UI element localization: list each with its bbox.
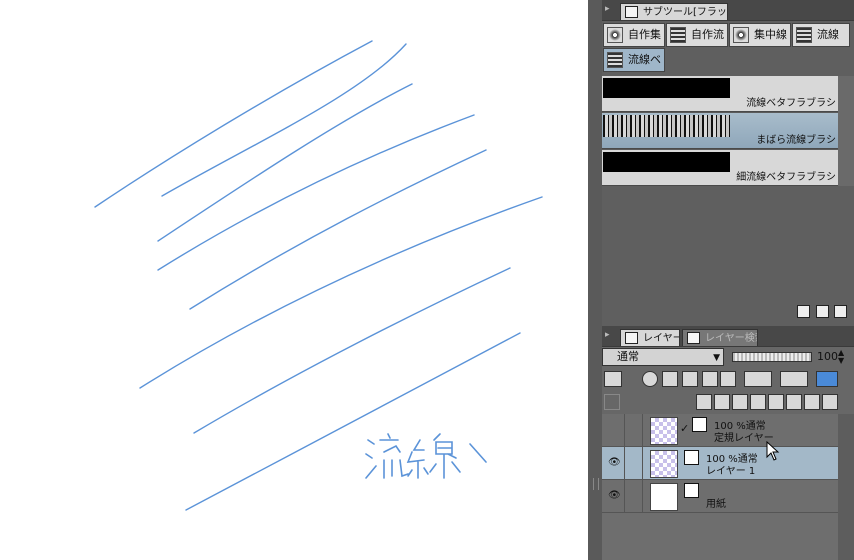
collapse-icon[interactable]: ▸ (605, 330, 615, 342)
speed-line (185, 332, 521, 511)
opacity-stepper[interactable]: ▲ ▼ (838, 349, 844, 365)
new-folder-icon[interactable] (732, 394, 748, 410)
lines-icon (670, 27, 686, 43)
brush-list-scrollbar[interactable] (838, 76, 854, 186)
speed-line (139, 196, 543, 389)
layer-row[interactable]: 👁 100 %通常 レイヤー 1 (602, 447, 838, 480)
layer-list: ✓ 100 %通常 定規レイヤー 👁 100 %通常 レイヤー 1 👁 用紙 (602, 414, 838, 560)
blend-mode-select[interactable]: 通常 ▼ (602, 348, 724, 366)
settings-icon[interactable] (797, 305, 810, 318)
layers-icon (625, 332, 638, 344)
speed-line (161, 43, 407, 197)
layer-list-scrollbar[interactable] (838, 414, 854, 560)
burst-icon (607, 27, 623, 43)
eye-icon[interactable]: 👁 (608, 457, 621, 468)
brush-list: 流線ベタフラブラシ まばら流線ブラシ 細流線ベタフラブラシ (602, 76, 854, 186)
brush-name: まばら流線ブラシ (756, 135, 836, 146)
subtool-tabbar: ▸ サブツール[フラッシュ] (602, 0, 854, 21)
group-button-1[interactable]: 自作流 (666, 23, 728, 47)
brush-name: 流線ベタフラブラシ (746, 98, 836, 109)
divider-grip[interactable] (593, 478, 599, 490)
brush-item[interactable]: 細流線ベタフラブラシ (602, 150, 838, 186)
panel-divider[interactable] (588, 0, 602, 560)
group-button-3[interactable]: 流線 (792, 23, 850, 47)
collapse-icon[interactable]: ▸ (605, 4, 615, 16)
ruler-layer-icon (692, 417, 707, 432)
lock-icon[interactable] (702, 371, 718, 387)
brush-item[interactable]: 流線ベタフラブラシ (602, 76, 838, 112)
brush-name: 細流線ベタフラブラシ (736, 172, 836, 183)
layer-color-icon[interactable] (816, 371, 838, 387)
subtool-bottom-tools (797, 305, 849, 321)
brush-icon (625, 6, 638, 18)
color-swatch-icon[interactable] (604, 371, 622, 387)
checkmark-icon: ✓ (680, 422, 690, 435)
tab-subtool[interactable]: サブツール[フラッシュ] (620, 3, 728, 20)
lines-icon (607, 52, 623, 68)
new-raster-layer-icon[interactable] (696, 394, 712, 410)
subtool-panel: ▸ サブツール[フラッシュ] 自作集 自作流 集中線 流線 流線ベ 流線ベタフラ… (602, 0, 854, 326)
layer-name: 用紙 (706, 499, 726, 510)
trash-icon[interactable] (834, 305, 847, 318)
lock-alpha-icon[interactable] (720, 371, 736, 387)
layer-thumbnail (650, 417, 678, 445)
raster-layer-icon (684, 450, 699, 465)
burst-icon (733, 27, 749, 43)
transfer-down-icon[interactable] (750, 394, 766, 410)
group-button-2[interactable]: 集中線 (729, 23, 791, 47)
brush-item[interactable]: まばら流線ブラシ (602, 113, 838, 149)
drawing-canvas[interactable]: 流線 (0, 0, 590, 560)
layer-name: 定規レイヤー (714, 433, 774, 444)
brush-preview (603, 152, 730, 172)
mask-icon[interactable] (642, 371, 658, 387)
eye-icon[interactable]: 👁 (608, 490, 621, 501)
pen-icon[interactable] (682, 371, 698, 387)
brush-preview (603, 115, 730, 137)
handwriting-glyphs (365, 433, 487, 479)
layer-thumbnail (650, 450, 678, 478)
chevron-down-icon: ▼ (713, 353, 720, 363)
combine-icon[interactable] (786, 394, 802, 410)
brush-preview (603, 78, 730, 98)
tab-layer-search[interactable]: レイヤー検索 (682, 329, 758, 346)
layer-thumbnail (650, 483, 678, 511)
layer-row[interactable]: 👁 用紙 (602, 480, 838, 513)
speed-line (94, 40, 373, 208)
trash-icon[interactable] (822, 394, 838, 410)
speed-line (157, 83, 413, 242)
layer-panel: ▸ レイヤー レイヤー検索 通常 ▼ 100 ▲▼ (602, 326, 854, 560)
layer-row[interactable]: ✓ 100 %通常 定規レイヤー (602, 414, 838, 447)
group-button-4[interactable]: 流線ベ (603, 48, 665, 72)
stroke-layer (94, 40, 543, 511)
reference-icon[interactable] (662, 371, 678, 387)
layer-tabbar: ▸ レイヤー レイヤー検索 (602, 326, 854, 347)
opacity-value: 100 (817, 350, 838, 363)
layer-search-icon (687, 332, 700, 344)
mask-add-icon[interactable] (804, 394, 820, 410)
merge-down-icon[interactable] (768, 394, 784, 410)
speed-line (193, 267, 511, 434)
layers-icon (604, 394, 620, 410)
ruler-toggle-icon[interactable] (780, 371, 808, 387)
new-subtool-icon[interactable] (815, 305, 829, 318)
speed-line (189, 149, 487, 310)
layer-name: レイヤー 1 (706, 466, 756, 477)
opacity-slider[interactable] (732, 352, 812, 362)
new-vector-layer-icon[interactable] (714, 394, 730, 410)
tab-layer[interactable]: レイヤー (620, 329, 680, 346)
group-button-0[interactable]: 自作集 (603, 23, 665, 47)
paper-layer-icon (684, 483, 699, 498)
clip-icon[interactable] (744, 371, 772, 387)
lines-icon (796, 27, 812, 43)
